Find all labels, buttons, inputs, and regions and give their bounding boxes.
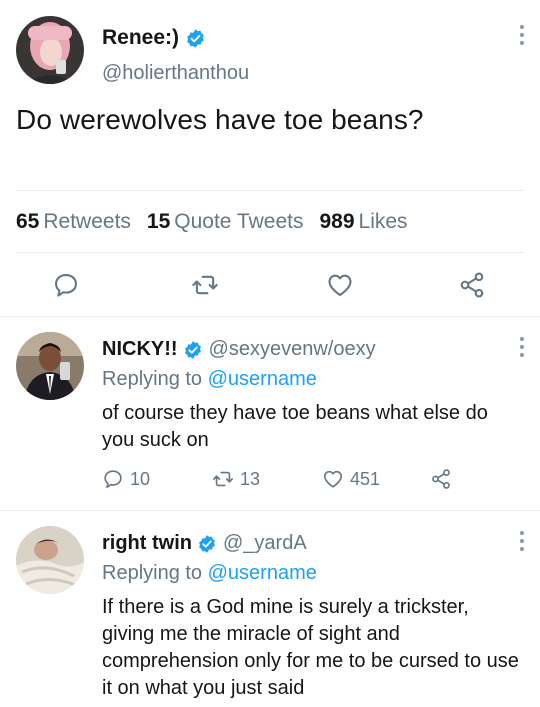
like-icon	[323, 470, 343, 488]
replying-to: Replying to @username	[102, 368, 317, 390]
divider	[16, 252, 524, 253]
share-button[interactable]	[430, 468, 458, 490]
reply-author-name[interactable]: NICKY!!	[102, 338, 178, 361]
reply-count: 10	[130, 468, 151, 489]
more-options-icon[interactable]	[514, 528, 530, 554]
divider	[16, 190, 524, 191]
replying-to-link[interactable]: @username	[208, 368, 317, 390]
more-options-icon[interactable]	[514, 334, 530, 360]
share-icon	[432, 469, 450, 489]
quote-tweets-stat[interactable]: 15 Quote Tweets	[147, 210, 304, 234]
reply-tweet[interactable]: right twin @_yardA Replying to @username…	[0, 512, 540, 707]
like-button[interactable]: 451	[322, 468, 380, 490]
like-count: 451	[350, 468, 381, 489]
reply-author-name[interactable]: right twin	[102, 532, 192, 555]
replying-to-link[interactable]: @username	[208, 562, 317, 584]
reply-header: right twin @_yardA	[102, 532, 307, 555]
tweet-text: Do werewolves have toe beans?	[16, 104, 424, 135]
retweet-icon[interactable]	[191, 271, 219, 299]
more-options-icon[interactable]	[514, 22, 530, 48]
verified-badge-icon	[187, 28, 204, 48]
section-divider	[0, 316, 540, 317]
retweet-count: 13	[240, 468, 261, 489]
reply-icon	[104, 470, 122, 489]
main-tweet: Renee:) @holierthanthou Do werewolves ha…	[0, 0, 540, 318]
reply-text: If there is a God mine is surely a trick…	[102, 596, 519, 699]
author-name[interactable]: Renee:)	[102, 26, 179, 50]
replying-to: Replying to @username	[102, 562, 317, 584]
avatar[interactable]	[16, 332, 84, 400]
author-handle[interactable]: @holierthanthou	[102, 62, 249, 85]
reply-button[interactable]: 10	[102, 468, 150, 490]
tweet-stats: 65 Retweets 15 Quote Tweets 989 Likes	[16, 210, 408, 234]
reply-author-handle[interactable]: @sexyevenw/oexy	[209, 338, 376, 361]
verified-badge-icon	[199, 534, 215, 553]
reply-tweet[interactable]: NICKY!! @sexyevenw/oexy Replying to @use…	[0, 318, 540, 508]
reply-text: of course they have toe beans what else …	[102, 402, 488, 451]
retweet-icon	[213, 471, 233, 487]
like-icon[interactable]	[326, 271, 354, 299]
reply-icon[interactable]	[52, 271, 80, 299]
retweets-stat[interactable]: 65 Retweets	[16, 210, 131, 234]
retweet-button[interactable]: 13	[212, 468, 260, 490]
share-icon[interactable]	[458, 271, 486, 299]
reply-author-handle[interactable]: @_yardA	[223, 532, 307, 555]
section-divider	[0, 510, 540, 511]
likes-stat[interactable]: 989 Likes	[319, 210, 407, 234]
verified-badge-icon	[184, 340, 201, 359]
tweet-actions	[0, 265, 540, 305]
avatar[interactable]	[16, 16, 84, 84]
avatar[interactable]	[16, 526, 84, 594]
reply-actions: 10 13 451	[102, 468, 522, 494]
author-name-row[interactable]: Renee:)	[102, 26, 206, 50]
reply-header: NICKY!! @sexyevenw/oexy	[102, 338, 376, 361]
